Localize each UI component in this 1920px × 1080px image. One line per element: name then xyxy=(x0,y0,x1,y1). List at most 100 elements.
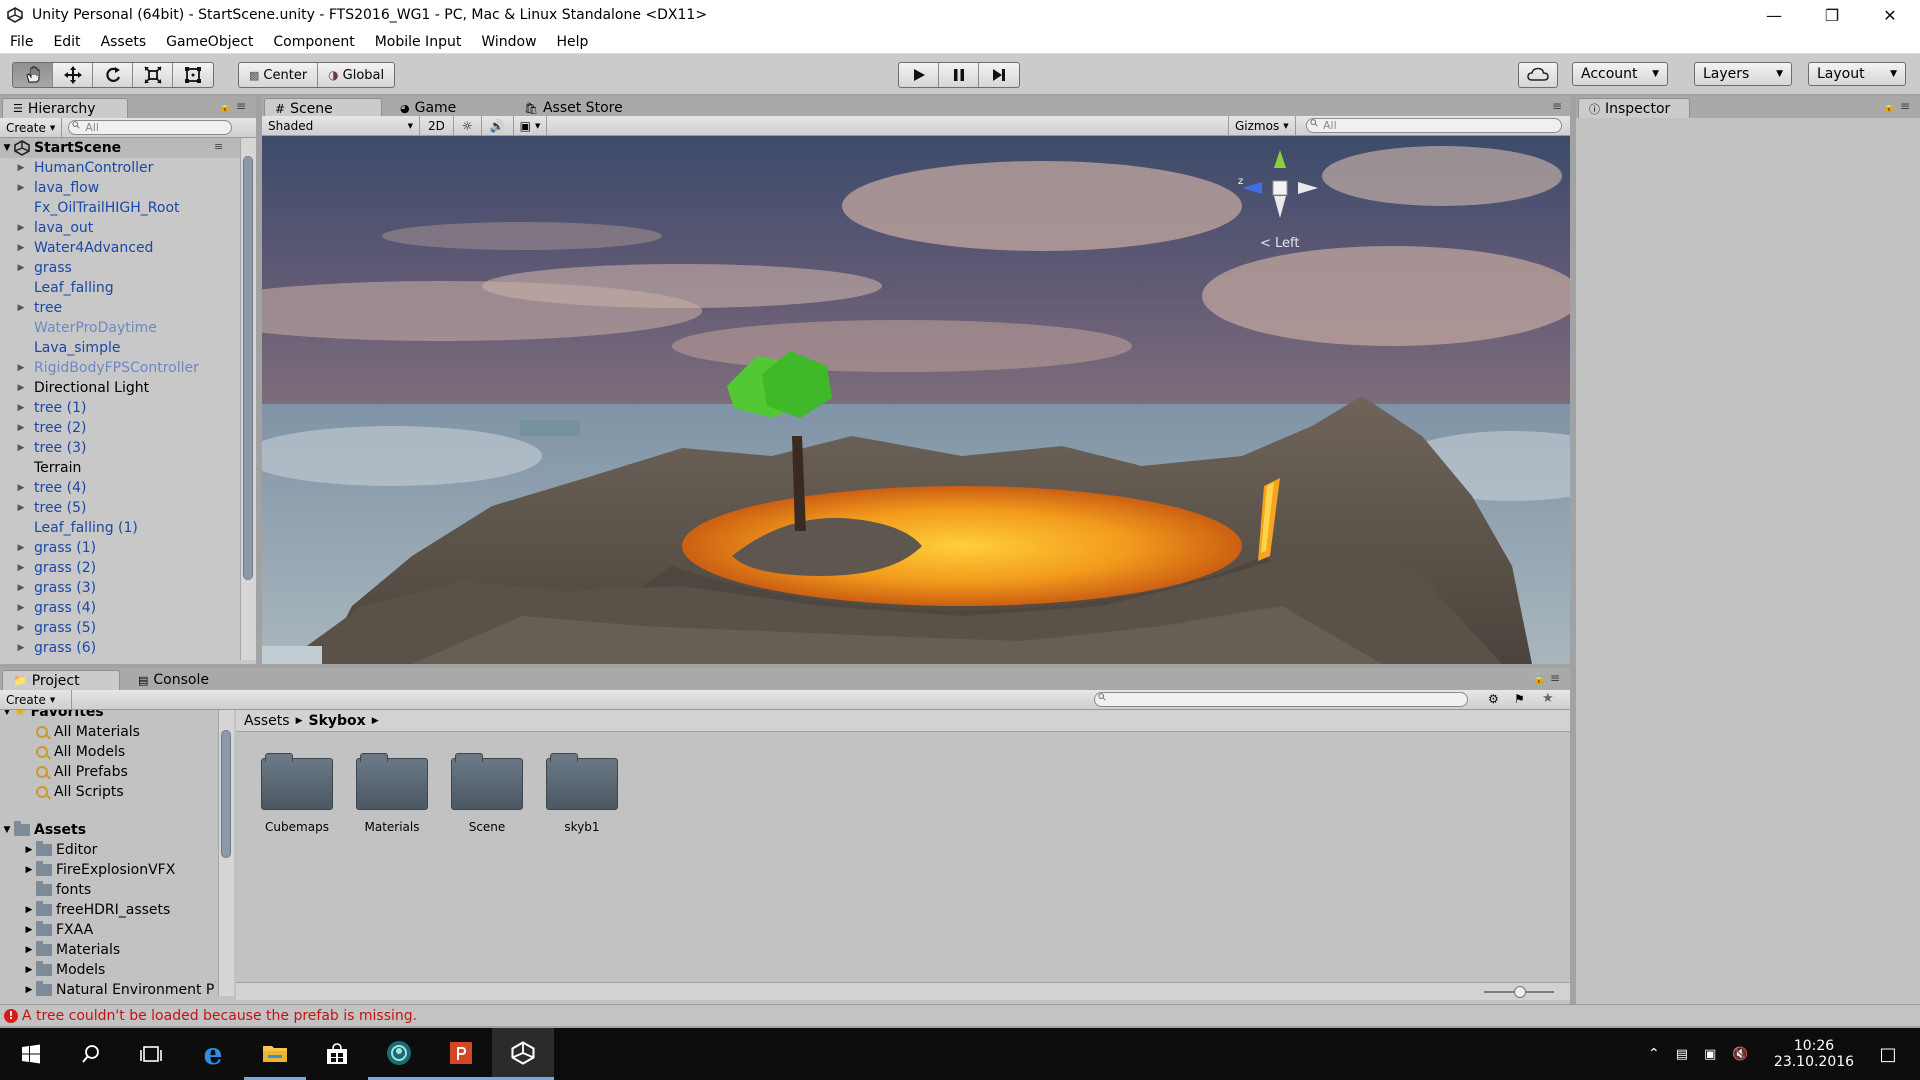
asset-folder-tile[interactable]: skyb1 xyxy=(545,753,619,834)
taskbar-edge[interactable]: e xyxy=(182,1028,244,1080)
collapse-arrow-icon[interactable]: ▼ xyxy=(0,825,14,835)
hierarchy-item[interactable]: ▶ tree xyxy=(0,298,238,318)
menu-component[interactable]: Component xyxy=(263,34,364,50)
hierarchy-item[interactable]: ▶ tree (4) xyxy=(0,478,238,498)
favorites-header[interactable]: ▼ ★ Favorites xyxy=(0,710,218,722)
expand-arrow-icon[interactable]: ▶ xyxy=(14,223,28,233)
collab-cloud-button[interactable] xyxy=(1518,62,1558,88)
hierarchy-item[interactable]: ▶ tree (2) xyxy=(0,418,238,438)
project-search-input[interactable] xyxy=(1094,692,1468,707)
hierarchy-item[interactable]: ▶ grass (3) xyxy=(0,578,238,598)
hierarchy-item[interactable]: ▶ grass (6) xyxy=(0,638,238,658)
menu-mobile-input[interactable]: Mobile Input xyxy=(365,34,472,50)
hierarchy-item[interactable]: ▶ Water4Advanced xyxy=(0,238,238,258)
expand-arrow-icon[interactable]: ▶ xyxy=(14,163,28,173)
expand-arrow-icon[interactable]: ▶ xyxy=(14,643,28,653)
clock[interactable]: 10:26 23.10.2016 xyxy=(1772,1028,1856,1080)
expand-arrow-icon[interactable]: ▶ xyxy=(22,865,36,875)
expand-arrow-icon[interactable]: ▶ xyxy=(14,583,28,593)
icon-size-slider-handle[interactable] xyxy=(1514,986,1526,998)
project-create-dropdown[interactable]: Create ▼ xyxy=(0,689,72,710)
pivot-space-button[interactable]: ◑ Global xyxy=(318,63,394,87)
hierarchy-item[interactable]: ▶ grass (5) xyxy=(0,618,238,638)
hierarchy-item[interactable]: WaterProDaytime xyxy=(0,318,238,338)
hierarchy-scroll-thumb[interactable] xyxy=(243,156,253,580)
expand-arrow-icon[interactable]: ▶ xyxy=(22,945,36,955)
expand-arrow-icon[interactable]: ▶ xyxy=(14,183,28,193)
favorite-item[interactable]: All Scripts xyxy=(0,782,218,802)
play-button[interactable] xyxy=(899,63,939,87)
pause-button[interactable] xyxy=(939,63,979,87)
layers-dropdown[interactable]: Layers ▼ xyxy=(1694,62,1792,86)
expand-arrow-icon[interactable]: ▶ xyxy=(14,563,28,573)
favorite-item[interactable]: All Prefabs xyxy=(0,762,218,782)
effects-dropdown[interactable]: ▣ ▼ xyxy=(514,115,548,136)
action-center-button[interactable]: □ xyxy=(1868,1028,1908,1080)
hierarchy-item[interactable]: ▶ Directional Light xyxy=(0,378,238,398)
hand-tool-button[interactable] xyxy=(13,63,53,87)
hierarchy-search-input[interactable]: All xyxy=(68,120,233,135)
expand-arrow-icon[interactable]: ▶ xyxy=(22,905,36,915)
close-button[interactable]: ✕ xyxy=(1862,0,1918,30)
menu-edit[interactable]: Edit xyxy=(43,34,90,50)
asset-folder-item[interactable]: fonts xyxy=(0,880,218,900)
menu-window[interactable]: Window xyxy=(471,34,546,50)
collapse-arrow-icon[interactable]: ▼ xyxy=(0,143,14,153)
account-dropdown[interactable]: Account ▼ xyxy=(1572,62,1668,86)
hierarchy-item[interactable]: Fx_OilTrailHIGH_Root xyxy=(0,198,238,218)
expand-arrow-icon[interactable]: ▶ xyxy=(22,925,36,935)
status-bar[interactable]: ! A tree couldn't be loaded because the … xyxy=(0,1004,1920,1026)
step-button[interactable] xyxy=(979,63,1019,87)
minimize-button[interactable]: — xyxy=(1746,0,1802,30)
expand-arrow-icon[interactable]: ▶ xyxy=(22,845,36,855)
hierarchy-item[interactable]: ▶ grass (1) xyxy=(0,538,238,558)
gizmos-dropdown[interactable]: Gizmos ▼ xyxy=(1228,115,1296,136)
panel-menu-icon[interactable]: ≡ xyxy=(1552,99,1562,113)
scene-root-row[interactable]: ▼ StartScene ≡ xyxy=(0,138,240,158)
tab-hierarchy[interactable]: ☰ Hierarchy xyxy=(2,98,128,118)
panel-menu-icon[interactable]: ≡ xyxy=(236,99,246,113)
hierarchy-item[interactable]: ▶ lava_out xyxy=(0,218,238,238)
hierarchy-item[interactable]: ▶ tree (1) xyxy=(0,398,238,418)
asset-folder-item[interactable]: ▶ FXAA xyxy=(0,920,218,940)
asset-folder-item[interactable]: ▶ Models xyxy=(0,960,218,980)
menu-file[interactable]: File xyxy=(0,34,43,50)
scene-menu-icon[interactable]: ≡ xyxy=(214,140,223,153)
expand-arrow-icon[interactable]: ▶ xyxy=(14,403,28,413)
asset-folder-item[interactable]: ▶ Materials xyxy=(0,940,218,960)
scale-tool-button[interactable] xyxy=(133,63,173,87)
scene-search-input[interactable]: All xyxy=(1306,118,1562,133)
asset-folder-item[interactable]: ▶ freeHDRI_assets xyxy=(0,900,218,920)
hierarchy-item[interactable]: ▶ grass (4) xyxy=(0,598,238,618)
chevron-up-icon[interactable]: ⌃ xyxy=(1648,1046,1660,1062)
hierarchy-item[interactable]: Leaf_falling xyxy=(0,278,238,298)
taskbar-app[interactable] xyxy=(368,1028,430,1080)
taskbar-powerpoint[interactable] xyxy=(430,1028,492,1080)
rotate-tool-button[interactable] xyxy=(93,63,133,87)
panel-menu-icon[interactable]: ≡ xyxy=(1900,99,1910,113)
hierarchy-item[interactable]: ▶ RigidBodyFPSController xyxy=(0,358,238,378)
hierarchy-item[interactable]: ▶ grass (2) xyxy=(0,558,238,578)
menu-gameobject[interactable]: GameObject xyxy=(156,34,263,50)
hierarchy-item[interactable]: ▶ tree (5) xyxy=(0,498,238,518)
asset-folder-item[interactable]: ▶ Editor xyxy=(0,840,218,860)
taskbar-file-explorer[interactable] xyxy=(244,1028,306,1080)
filter-by-type-icon[interactable]: ⚙ xyxy=(1488,692,1499,706)
tab-project[interactable]: 📁 Project xyxy=(2,670,120,690)
breadcrumb-assets[interactable]: Assets xyxy=(244,713,290,729)
tab-console[interactable]: ▤ Console xyxy=(128,670,219,690)
asset-folder-item[interactable]: ▶ Natural Environment P xyxy=(0,980,218,1000)
asset-folder-tile[interactable]: Materials xyxy=(355,753,429,834)
hierarchy-item[interactable]: ▶ lava_flow xyxy=(0,178,238,198)
project-tree-scroll-thumb[interactable] xyxy=(221,730,231,858)
project-tree-scrollbar[interactable] xyxy=(218,710,234,996)
favorite-item[interactable]: All Models xyxy=(0,742,218,762)
expand-arrow-icon[interactable]: ▶ xyxy=(14,603,28,613)
expand-arrow-icon[interactable]: ▶ xyxy=(14,363,28,373)
lock-icon[interactable]: 🔒 xyxy=(218,100,232,113)
restore-button[interactable]: ❐ xyxy=(1804,0,1860,30)
menu-help[interactable]: Help xyxy=(547,34,599,50)
battery-icon[interactable]: ▤ xyxy=(1676,1047,1688,1062)
expand-arrow-icon[interactable]: ▶ xyxy=(14,543,28,553)
expand-arrow-icon[interactable]: ▶ xyxy=(22,965,36,975)
